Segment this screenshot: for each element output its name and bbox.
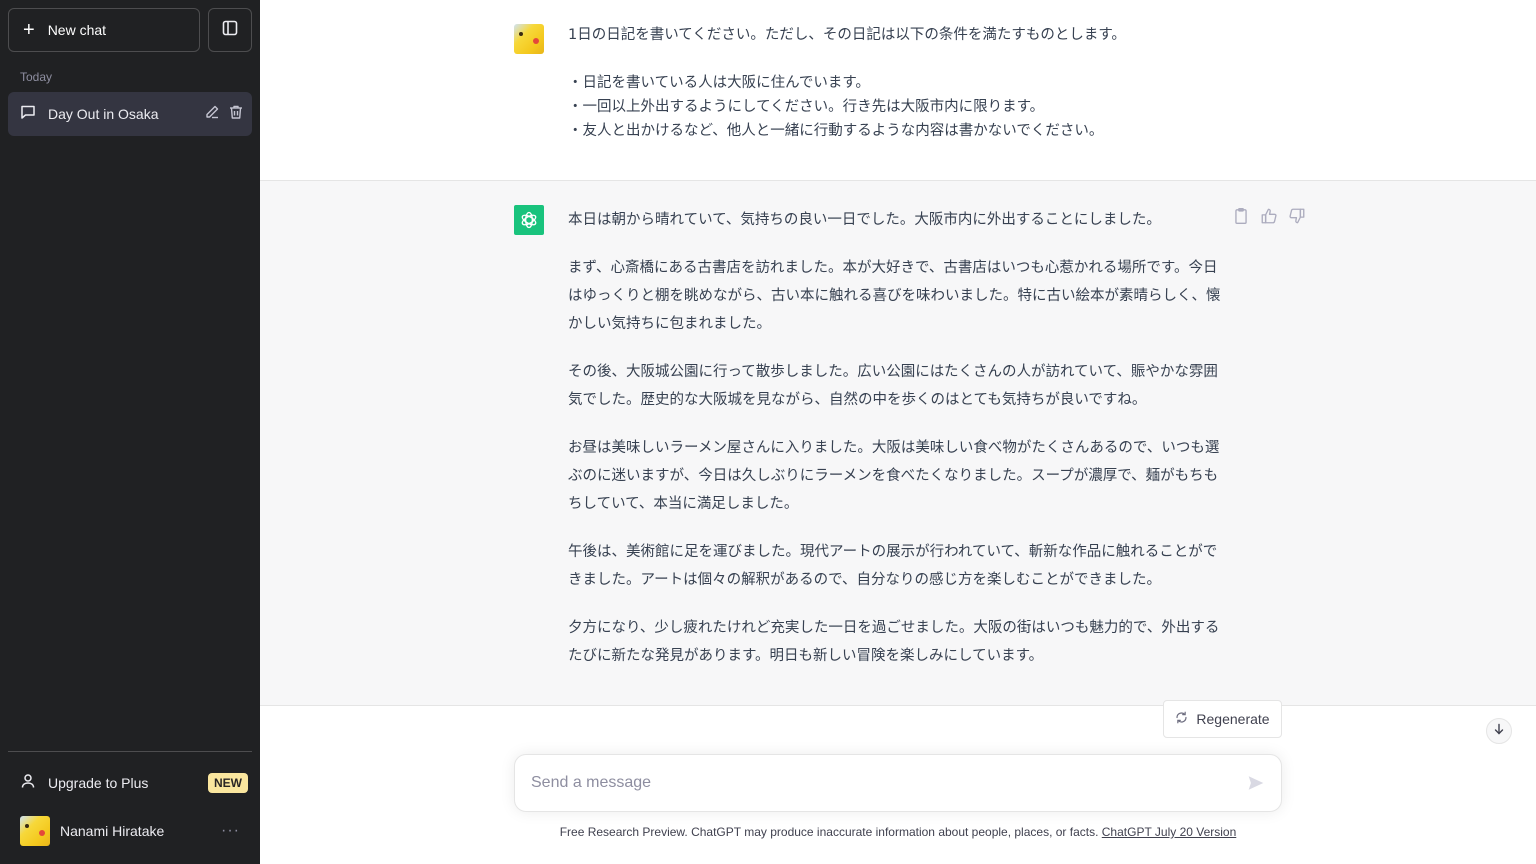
chat-title: Day Out in Osaka — [48, 106, 159, 122]
assistant-paragraph: まず、心斎橋にある古書店を訪れました。本が大好きで、古書店はいつも心惹かれる場所… — [568, 260, 1221, 332]
new-chat-button[interactable]: + New chat — [8, 8, 200, 52]
assistant-paragraph: お昼は美味しいラーメン屋さんに入りました。大阪は美味しい食べ物がたくさんあるので… — [568, 440, 1220, 512]
sidebar: + New chat Today Day Out in Osaka Upgrad… — [0, 0, 260, 864]
assistant-paragraph: 午後は、美術館に足を運びました。現代アートの展示が行われていて、斬新な作品に触れ… — [568, 544, 1218, 588]
regenerate-label: Regenerate — [1196, 711, 1270, 727]
clipboard-icon[interactable] — [1232, 207, 1250, 225]
openai-logo-icon — [514, 205, 544, 235]
assistant-paragraph: その後、大阪城公園に行って散歩しました。広い公園にはたくさんの人が訪れていて、賑… — [568, 364, 1218, 408]
assistant-paragraph: 本日は朝から晴れていて、気持ちの良い一日でした。大阪市内に外出することにしました… — [568, 212, 1161, 228]
user-menu-button[interactable]: Nanami Hiratake ··· — [8, 810, 252, 852]
user-avatar-image — [514, 24, 544, 54]
assistant-message: 本日は朝から晴れていて、気持ちの良い一日でした。大阪市内に外出することにしました… — [260, 181, 1536, 706]
user-message-avatar — [514, 24, 544, 54]
user-avatar — [20, 816, 50, 846]
new-chat-label: New chat — [47, 22, 107, 38]
user-message-intro: 1日の日記を書いてください。ただし、その日記は以下の条件を満たすものとします。 — [568, 27, 1126, 43]
assistant-paragraph: 夕方になり、少し疲れたけれど充実した一日を過ごせました。大阪の街はいつも魅力的で… — [568, 620, 1220, 664]
footer-disclaimer: Free Research Preview. ChatGPT may produ… — [514, 825, 1282, 839]
user-message: 1日の日記を書いてください。ただし、その日記は以下の条件を満たすものとします。 … — [260, 0, 1536, 181]
arrow-down-icon — [1493, 722, 1505, 740]
scroll-to-bottom-button[interactable] — [1486, 718, 1512, 744]
assistant-message-text: 本日は朝から晴れていて、気持ちの良い一日でした。大阪市内に外出することにしました… — [568, 206, 1228, 690]
regenerate-button[interactable]: Regenerate — [1163, 700, 1282, 738]
condition-item: ・一回以上外出するようにしてください。行き先は大阪市内に限ります。 — [568, 99, 1045, 115]
edit-icon[interactable] — [204, 104, 220, 125]
disclaimer-text: Free Research Preview. ChatGPT may produ… — [559, 825, 1102, 839]
user-icon — [20, 773, 36, 794]
send-icon — [1248, 776, 1264, 790]
assistant-avatar — [514, 205, 544, 235]
trash-icon[interactable] — [228, 104, 244, 125]
user-name: Nanami Hiratake — [60, 823, 165, 839]
chat-main: 1日の日記を書いてください。ただし、その日記は以下の条件を満たすものとします。 … — [260, 0, 1536, 864]
toggle-sidebar-button[interactable] — [208, 8, 252, 52]
message-input[interactable] — [531, 774, 1247, 792]
message-composer — [514, 754, 1282, 812]
condition-item: ・日記を書いている人は大阪に住んでいます。 — [568, 75, 870, 91]
chat-bubble-icon — [20, 104, 36, 125]
user-message-text: 1日の日記を書いてください。ただし、その日記は以下の条件を満たすものとします。 … — [568, 23, 1228, 143]
new-badge: NEW — [208, 773, 248, 793]
sidebar-toggle-icon — [222, 20, 238, 41]
thumbs-down-icon[interactable] — [1288, 207, 1306, 225]
upgrade-to-plus-button[interactable]: Upgrade to Plus NEW — [8, 763, 252, 803]
condition-item: ・友人と出かけるなど、他人と一緒に行動するような内容は書かないでください。 — [568, 123, 1104, 139]
section-label-today: Today — [20, 70, 53, 84]
chat-item[interactable]: Day Out in Osaka — [8, 92, 252, 136]
more-icon[interactable]: ··· — [221, 822, 252, 840]
version-link[interactable]: ChatGPT July 20 Version — [1102, 825, 1237, 839]
refresh-icon — [1175, 711, 1188, 727]
message-actions — [1232, 207, 1306, 225]
plus-icon: + — [23, 19, 35, 41]
sidebar-divider — [8, 751, 252, 752]
send-button[interactable] — [1247, 774, 1265, 792]
thumbs-up-icon[interactable] — [1260, 207, 1278, 225]
upgrade-label: Upgrade to Plus — [48, 775, 149, 791]
